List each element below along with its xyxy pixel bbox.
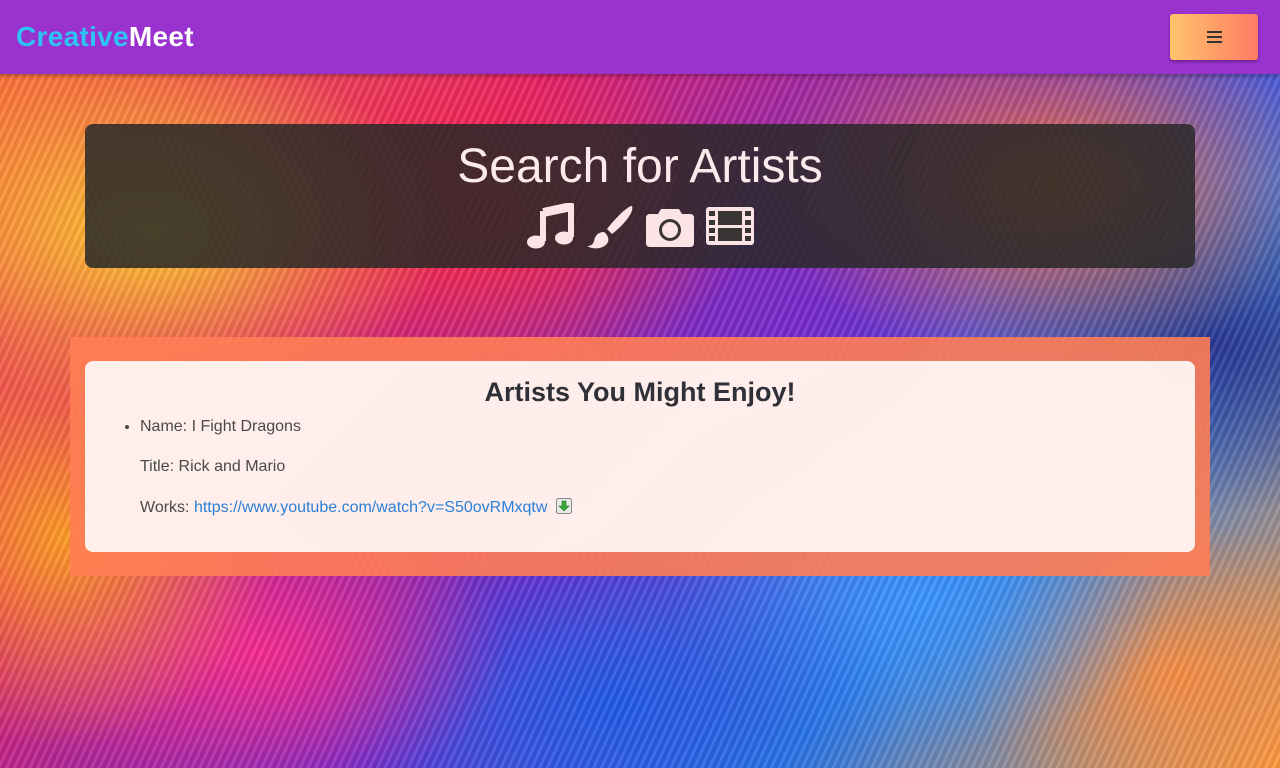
recommendations-title: Artists You Might Enjoy! <box>484 377 796 407</box>
film-icon[interactable] <box>705 203 755 249</box>
paintbrush-icon[interactable] <box>585 203 635 249</box>
artist-works: Works: https://www.youtube.com/watch?v=S… <box>140 498 1195 517</box>
brand-part-creative: Creative <box>16 21 129 52</box>
recommendations-card: Artists You Might Enjoy! Name: I Fight D… <box>85 361 1195 552</box>
works-link[interactable]: https://www.youtube.com/watch?v=S50ovRMx… <box>194 499 548 516</box>
artist-list: Name: I Fight Dragons Title: Rick and Ma… <box>85 418 1195 517</box>
music-note-icon[interactable] <box>525 202 575 249</box>
navbar: CreativeMeet <box>0 0 1280 74</box>
artist-name: Name: I Fight Dragons <box>140 418 301 435</box>
camera-icon[interactable] <box>645 203 695 249</box>
brand-part-meet: Meet <box>128 21 194 52</box>
artist-title: Title: Rick and Mario <box>140 458 286 475</box>
recommendations-section: Artists You Might Enjoy! Name: I Fight D… <box>70 337 1210 576</box>
search-hero-panel: Search for Artists <box>85 124 1195 268</box>
menu-toggle-button[interactable] <box>1170 14 1258 60</box>
download-icon[interactable] <box>555 498 572 514</box>
hero-title: Search for Artists <box>457 140 823 193</box>
works-prefix: Works: <box>140 499 190 516</box>
list-item: Name: I Fight Dragons Title: Rick and Ma… <box>140 418 1195 517</box>
category-icons <box>85 202 1195 249</box>
brand-logo[interactable]: CreativeMeet <box>16 20 194 54</box>
